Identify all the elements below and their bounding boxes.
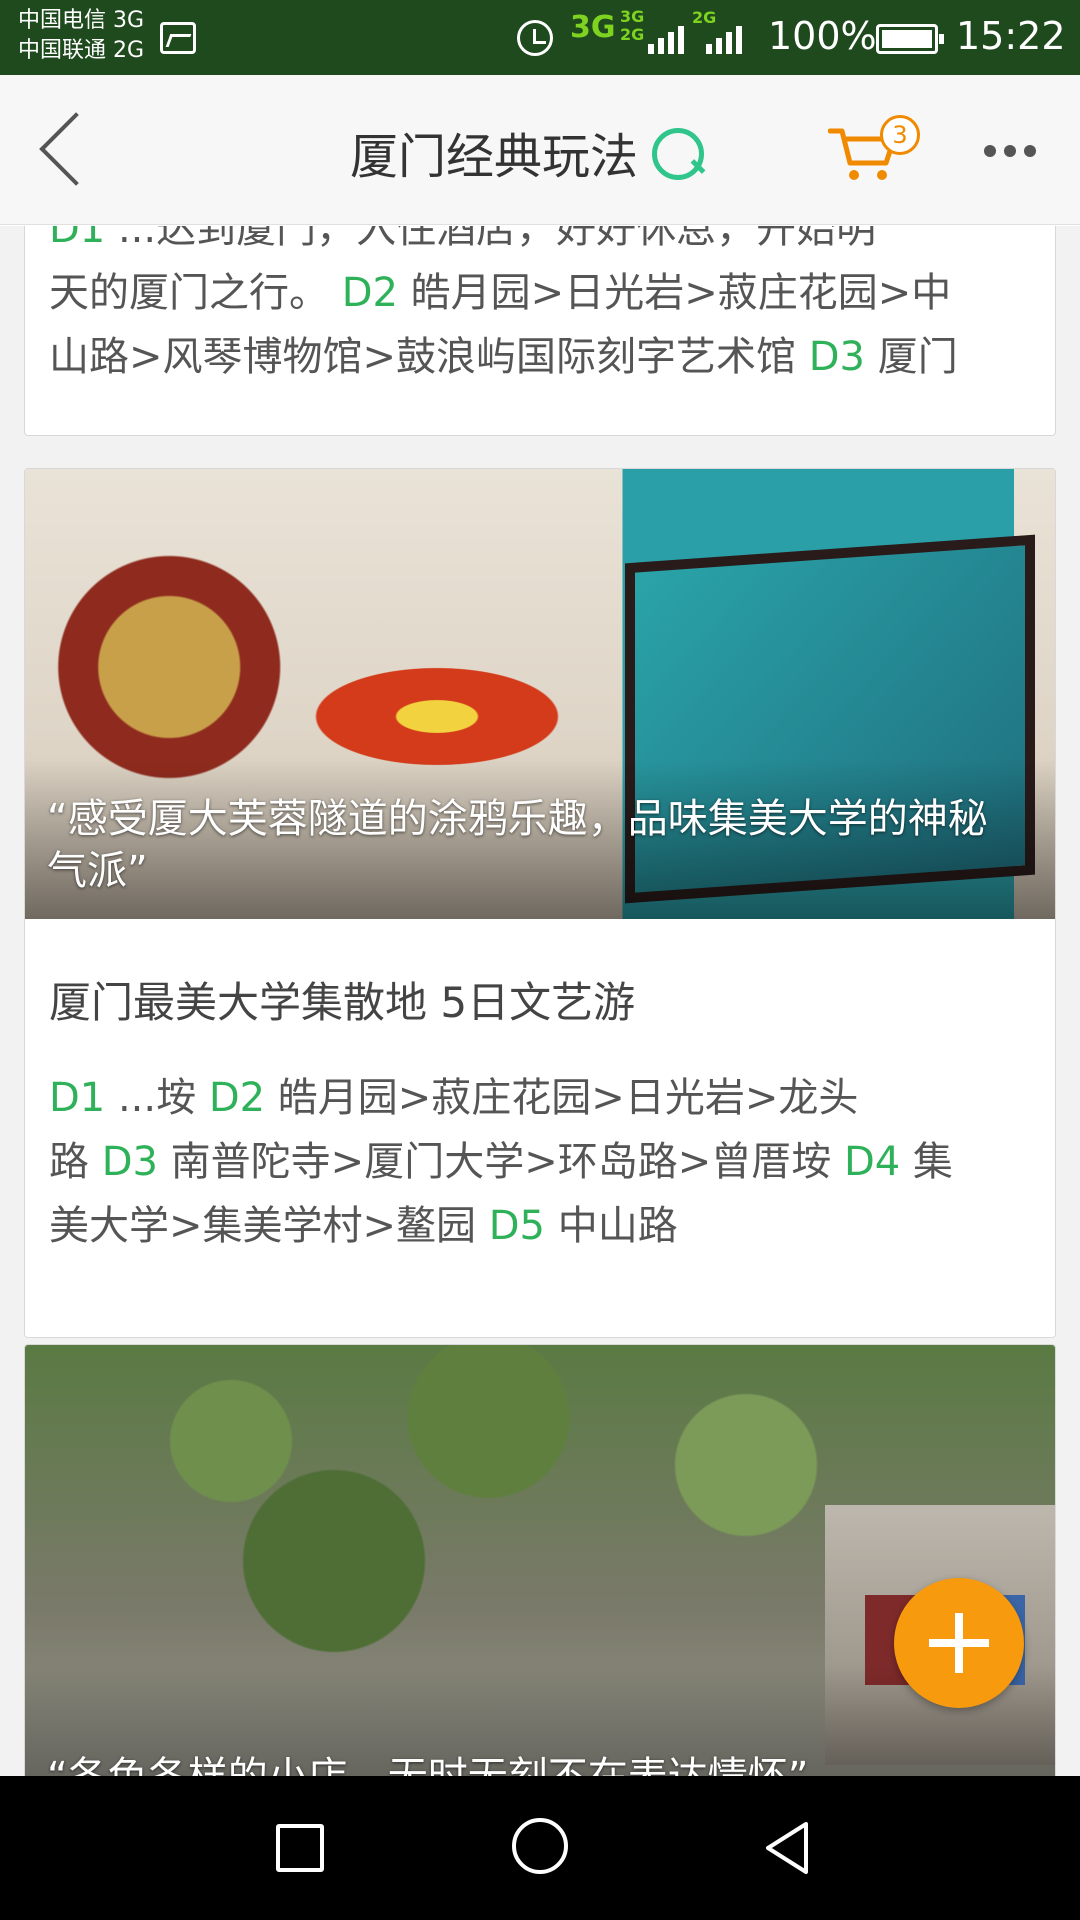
route-text: ...垵 (105, 1075, 209, 1121)
carrier-1: 中国电信 3G (18, 8, 145, 33)
clock: 15:22 (956, 14, 1066, 58)
day-marker: D2 (341, 270, 398, 316)
signal-strength-icon-2 (706, 26, 742, 54)
itinerary-card[interactable]: “各色各样的小店，无时无刻不在表达情怀” (24, 1344, 1056, 1776)
status-bar: 中国电信 3G 中国联通 2G 3G 3G 2G 2G 100% 15:22 (0, 0, 1080, 75)
itinerary-line: 天的厦门之行。 D2 皓月园>日光岩>菽庄花园>中 (49, 261, 1031, 325)
network-small-bottom: 2G (620, 25, 645, 44)
route-text: 南普陀寺>厦门大学>环岛路>曾厝垵 (157, 1139, 844, 1185)
day-marker: D3 (808, 334, 865, 380)
itinerary-summary: D1 ...垵 D2 皓月园>菽庄花园>日光岩>龙头路 D3 南普陀寺>厦门大学… (25, 1030, 1055, 1258)
route-text: 皓月园>日光岩>菽庄花园>中 (397, 270, 952, 316)
system-nav-bar (0, 1776, 1080, 1920)
cart-button[interactable]: 3 (828, 115, 928, 195)
nav-back-icon[interactable] (758, 1818, 818, 1878)
add-button[interactable] (894, 1578, 1024, 1708)
itinerary-line: D1 ...垵 D2 皓月园>菽庄花园>日光岩>龙头 (49, 1066, 1031, 1130)
itinerary-line: D1 ...达到厦门，入住酒店，好好休息，开始明 (49, 226, 1031, 261)
signal-strength-icon-1 (648, 26, 684, 54)
route-text: 美大学>集美学村>鳌园 (49, 1203, 489, 1249)
search-icon[interactable] (652, 124, 705, 180)
route-text: 路 (49, 1139, 102, 1185)
route-text: 山路>风琴博物馆>鼓浪屿国际刻字艺术馆 (49, 334, 809, 380)
route-text: 皓月园>菽庄花园>日光岩>龙头 (265, 1075, 859, 1121)
network-3g-label: 3G (570, 10, 616, 45)
battery-icon (876, 24, 944, 54)
card-cover-image: “感受厦大芙蓉隧道的涂鸦乐趣，品味集美大学的神秘气派” (25, 469, 1055, 919)
cart-count-badge: 3 (880, 115, 920, 155)
day-marker: D1 (49, 1075, 106, 1121)
carrier-info: 中国电信 3G 中国联通 2G (18, 6, 144, 66)
route-text: 集 (900, 1139, 953, 1185)
itinerary-card[interactable]: “感受厦大芙蓉隧道的涂鸦乐趣，品味集美大学的神秘气派” 厦门最美大学集散地 5日… (24, 468, 1056, 1338)
page-title: 厦门经典玩法 (350, 129, 639, 185)
more-menu-icon[interactable] (984, 145, 1036, 157)
network-dual-label: 3G 2G (620, 8, 644, 44)
battery-percent: 100% (768, 14, 877, 58)
itinerary-line: 路 D3 南普陀寺>厦门大学>环岛路>曾厝垵 D4 集 (49, 1130, 1031, 1194)
gallery-notification-icon (160, 22, 196, 54)
route-text: ...达到厦门，入住酒店，好好休息，开始明 (105, 226, 877, 252)
recent-apps-icon[interactable] (276, 1824, 324, 1872)
card-cover-image: “各色各样的小店，无时无刻不在表达情怀” (25, 1345, 1055, 1776)
route-text: 天的厦门之行。 (49, 270, 342, 316)
itinerary-card[interactable]: D1 ...达到厦门，入住酒店，好好休息，开始明 天的厦门之行。 D2 皓月园>日… (24, 226, 1056, 436)
network-2g-label: 2G (692, 8, 717, 27)
day-marker: D3 (101, 1139, 158, 1185)
itinerary-summary: D1 ...达到厦门，入住酒店，好好休息，开始明 天的厦门之行。 D2 皓月园>日… (25, 226, 1055, 389)
itinerary-line: 美大学>集美学村>鳌园 D5 中山路 (49, 1194, 1031, 1258)
home-icon[interactable] (512, 1818, 568, 1874)
app-header: 厦门经典玩法 3 (0, 75, 1080, 225)
card-quote: “感受厦大芙蓉隧道的涂鸦乐趣，品味集美大学的神秘气派” (47, 796, 988, 894)
day-marker: D4 (843, 1139, 901, 1185)
itinerary-line: 山路>风琴博物馆>鼓浪屿国际刻字艺术馆 D3 厦门 (49, 325, 1031, 389)
carrier-2: 中国联通 2G (18, 38, 145, 63)
back-arrow-icon[interactable] (39, 112, 113, 186)
day-marker: D1 (49, 226, 106, 252)
route-text: 中山路 (545, 1203, 678, 1249)
card-title: 厦门最美大学集散地 5日文艺游 (49, 978, 636, 1027)
route-text: 厦门 (865, 334, 958, 380)
title-group: 厦门经典玩法 (350, 117, 705, 187)
card-quote: “各色各样的小店，无时无刻不在表达情怀” (47, 1751, 1025, 1776)
content-list[interactable]: D1 ...达到厦门，入住酒店，好好休息，开始明 天的厦门之行。 D2 皓月园>日… (0, 226, 1080, 1776)
alarm-icon (517, 20, 553, 56)
day-marker: D2 (208, 1075, 266, 1121)
network-small-top: 3G (620, 7, 645, 26)
day-marker: D5 (488, 1203, 545, 1249)
